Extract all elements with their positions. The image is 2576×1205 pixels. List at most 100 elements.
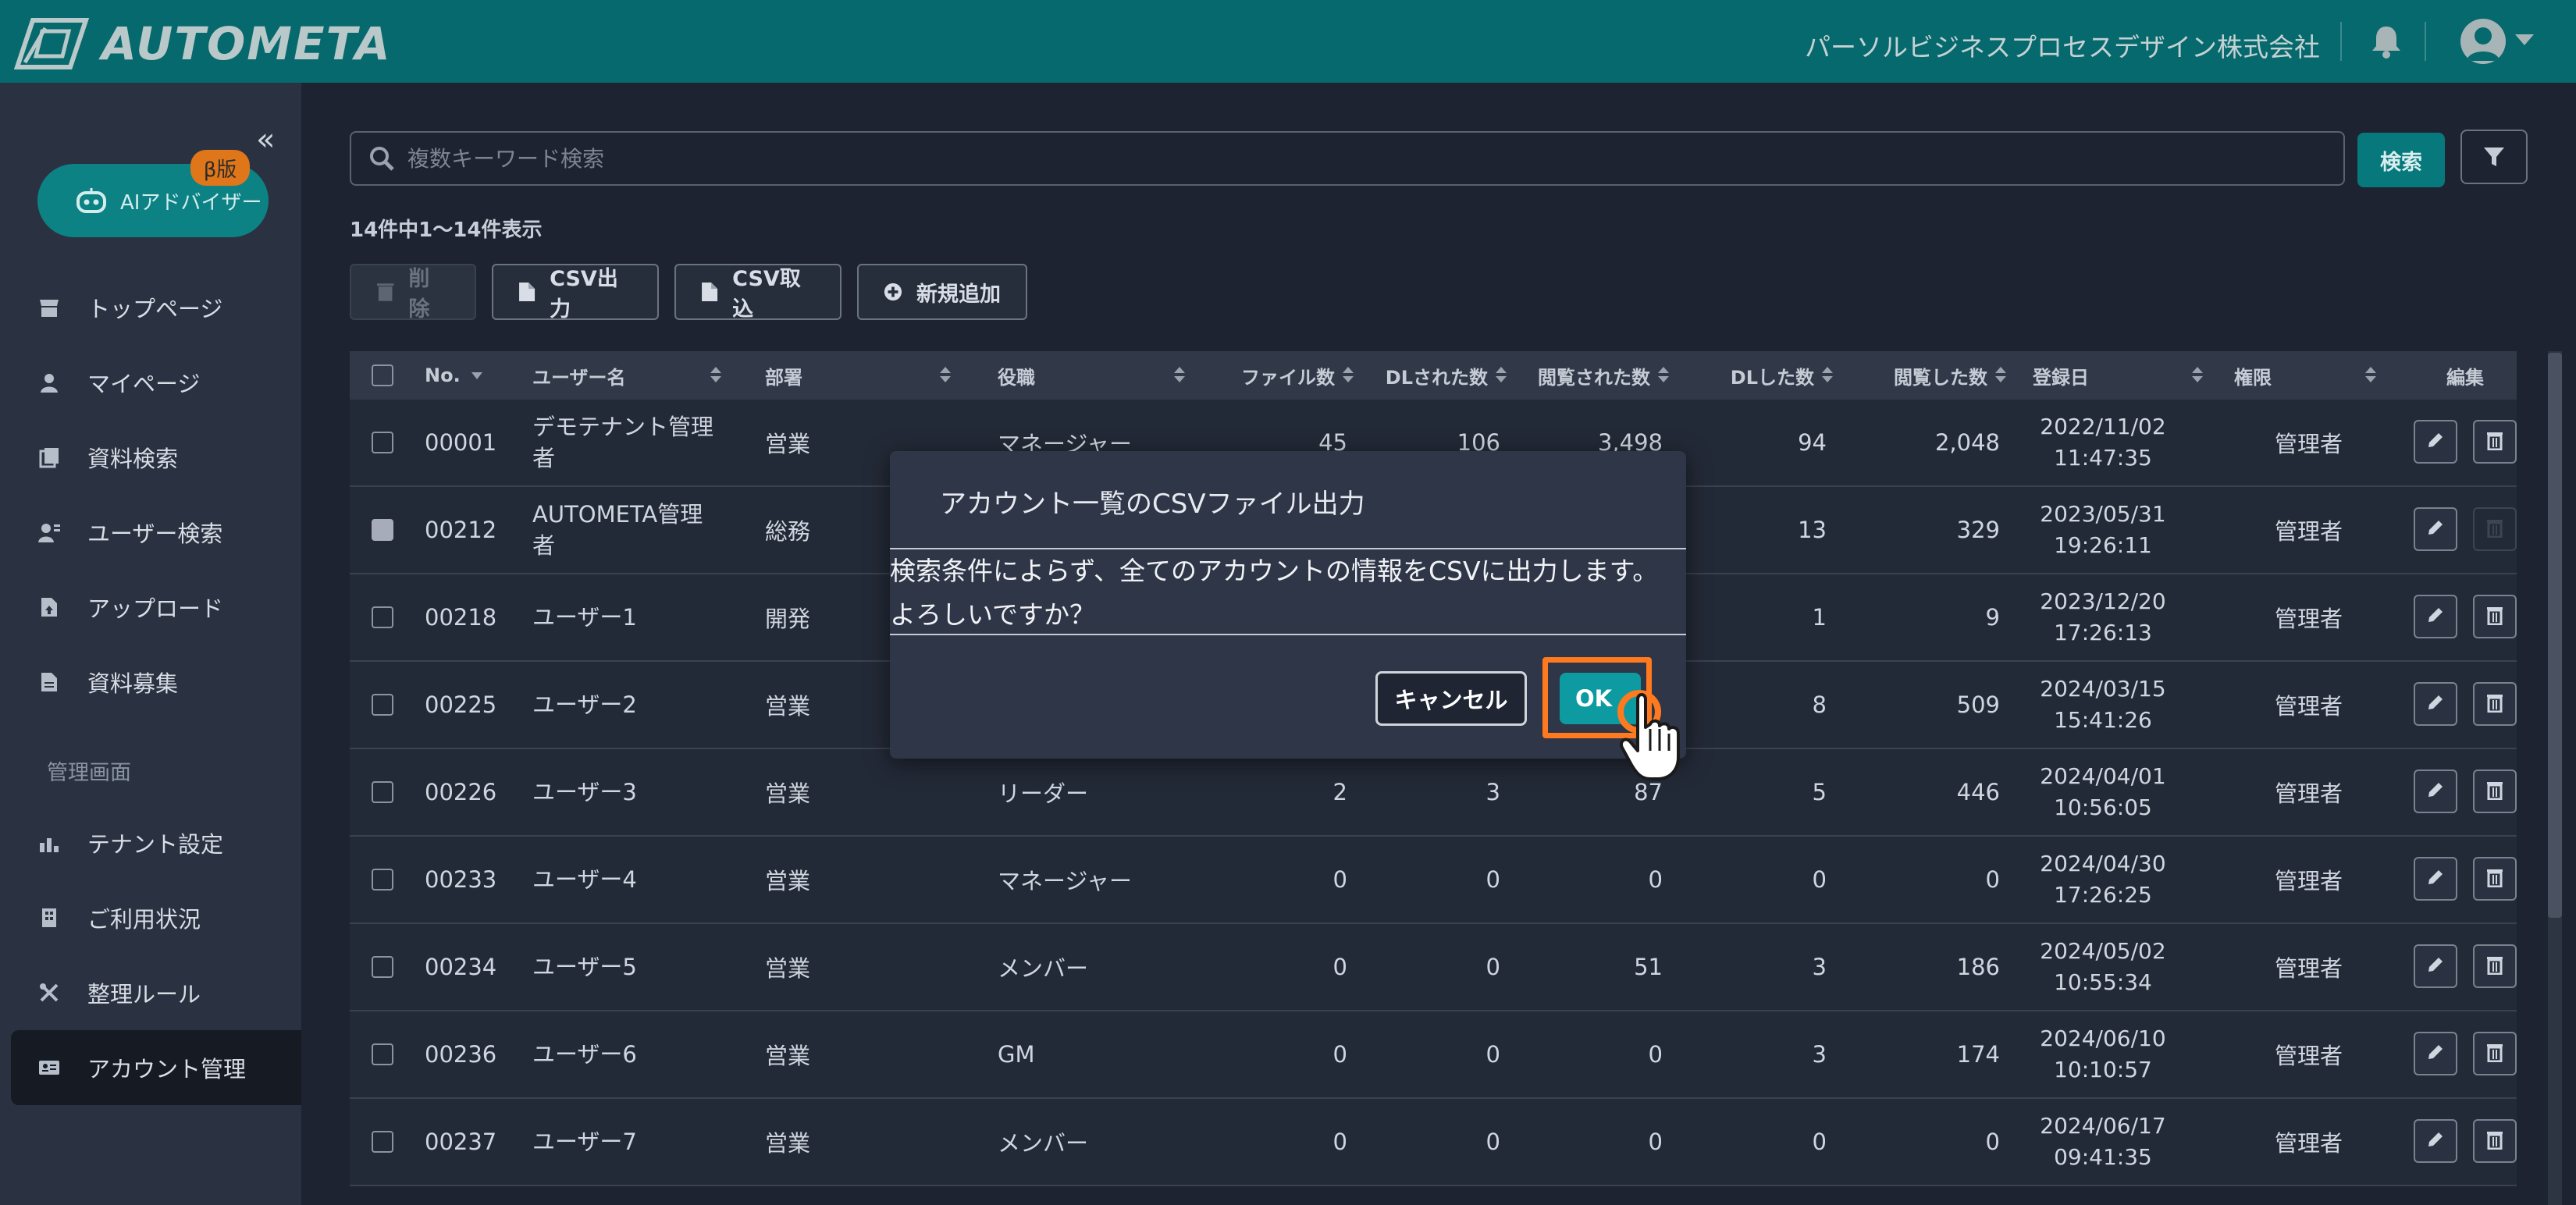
row-checkbox[interactable] bbox=[372, 519, 393, 541]
sidebar-item-usage-status[interactable]: ご利用状況 bbox=[0, 880, 301, 955]
hand-pointer-cursor-icon bbox=[1617, 690, 1680, 780]
dialog-title: アカウント一覧のCSVファイル出力 bbox=[940, 489, 1365, 520]
edit-button[interactable] bbox=[2414, 1119, 2457, 1163]
chevron-down-icon[interactable] bbox=[2515, 34, 2534, 45]
cell-no: 00233 bbox=[425, 866, 497, 893]
select-all-checkbox[interactable] bbox=[372, 364, 393, 386]
sidebar-item-user-search[interactable]: ユーザー検索 bbox=[0, 495, 301, 570]
filter-button[interactable] bbox=[2460, 130, 2528, 184]
row-checkbox[interactable] bbox=[372, 1043, 393, 1065]
logo-text: AUTOMETA bbox=[101, 17, 392, 70]
cell-department: 開発 bbox=[765, 606, 811, 632]
column-header-registered-date[interactable]: 登録日 bbox=[2033, 351, 2203, 400]
column-header-file-count[interactable]: ファイル数 bbox=[1229, 351, 1354, 400]
trash-icon bbox=[2486, 605, 2503, 628]
trash-icon bbox=[2486, 1129, 2503, 1153]
edit-button[interactable] bbox=[2414, 770, 2457, 813]
search-button[interactable]: 検索 bbox=[2357, 133, 2445, 187]
column-header-views[interactable]: 閲覧した数 bbox=[1848, 351, 2006, 400]
pencil-icon bbox=[2425, 954, 2446, 978]
cell-department: 営業 bbox=[765, 780, 811, 807]
delete-row-button[interactable] bbox=[2473, 1032, 2517, 1075]
cell-registered-date: 2024/05/02 10:55:34 bbox=[2033, 924, 2173, 1010]
delete-row-button[interactable] bbox=[2473, 420, 2517, 464]
edit-button[interactable] bbox=[2414, 944, 2457, 988]
column-header-no[interactable]: No. bbox=[425, 351, 482, 400]
delete-row-button[interactable] bbox=[2473, 857, 2517, 901]
edit-button[interactable] bbox=[2414, 682, 2457, 726]
sort-icon bbox=[940, 367, 951, 384]
row-checkbox[interactable] bbox=[372, 432, 393, 453]
sort-icon bbox=[1658, 367, 1669, 384]
pencil-icon bbox=[2425, 867, 2446, 890]
registered-date: 2024/03/15 bbox=[2040, 676, 2166, 702]
cell-no: 00212 bbox=[425, 517, 497, 543]
table-row[interactable]: 00234 ユーザー5 営業 メンバー 0 0 51 3 186 2024/05/02 10:55:… bbox=[350, 924, 2517, 1011]
sidebar-item-label: アカウント管理 bbox=[87, 1056, 247, 1082]
cell-registered-date: 2022/11/02 11:47:35 bbox=[2033, 400, 2173, 485]
delete-row-button[interactable] bbox=[2473, 507, 2517, 551]
ai-advisor-label: AIアドバイザー bbox=[120, 190, 262, 215]
table-row[interactable]: 00236 ユーザー6 営業 GM 0 0 0 3 174 2024/06/10 10:10:57 管… bbox=[350, 1011, 2517, 1099]
column-header-username[interactable]: ユーザー名 bbox=[532, 351, 721, 400]
row-checkbox[interactable] bbox=[372, 694, 393, 716]
table-row[interactable]: 00226 ユーザー3 営業 リーダー 2 3 87 5 446 2024/04/01 10:56:… bbox=[350, 749, 2517, 837]
app-logo[interactable]: AUTOMETA bbox=[14, 17, 392, 70]
cell-username: ユーザー3 bbox=[532, 779, 637, 805]
sidebar-item-document-request[interactable]: 資料募集 bbox=[0, 645, 301, 720]
sidebar-item-organize-rules[interactable]: 整理ルール bbox=[0, 955, 301, 1030]
trash-icon bbox=[376, 283, 394, 301]
sidebar-item-upload[interactable]: アップロード bbox=[0, 570, 301, 645]
row-checkbox[interactable] bbox=[372, 869, 393, 890]
cancel-button[interactable]: キャンセル bbox=[1375, 671, 1527, 726]
cell-username: ユーザー5 bbox=[532, 954, 637, 980]
cell-username: ユーザー1 bbox=[532, 604, 637, 631]
edit-button[interactable] bbox=[2414, 1032, 2457, 1075]
edit-button[interactable] bbox=[2414, 420, 2457, 464]
delete-row-button[interactable] bbox=[2473, 682, 2517, 726]
column-header-downloaded-by[interactable]: DLされた数 bbox=[1372, 351, 1507, 400]
delete-row-button[interactable] bbox=[2473, 944, 2517, 988]
cell-registered-date: 2024/06/10 10:10:57 bbox=[2033, 1011, 2173, 1097]
column-header-downloads[interactable]: DLした数 bbox=[1685, 351, 1833, 400]
trash-icon bbox=[2486, 867, 2503, 890]
search-input[interactable] bbox=[407, 145, 2281, 172]
row-checkbox[interactable] bbox=[372, 956, 393, 978]
edit-button[interactable] bbox=[2414, 595, 2457, 638]
table-row[interactable]: 00237 ユーザー7 営業 メンバー 0 0 0 0 0 2024/06/17 09:41:35 管… bbox=[350, 1099, 2517, 1186]
user-avatar[interactable] bbox=[2460, 19, 2506, 64]
sidebar-item-document-search[interactable]: 資料検索 bbox=[0, 420, 301, 495]
add-new-button[interactable]: 新規追加 bbox=[857, 264, 1027, 320]
delete-row-button[interactable] bbox=[2473, 770, 2517, 813]
cell-permission: 管理者 bbox=[2275, 868, 2343, 894]
sidebar-item-my-page[interactable]: マイページ bbox=[0, 345, 301, 420]
column-header-department[interactable]: 部署 bbox=[765, 351, 951, 400]
bell-icon[interactable] bbox=[2367, 22, 2406, 61]
sort-icon bbox=[2365, 367, 2376, 384]
csv-export-button[interactable]: CSV出力 bbox=[492, 264, 659, 322]
sidebar-item-tenant-settings[interactable]: テナント設定 bbox=[0, 805, 301, 880]
delete-row-button[interactable] bbox=[2473, 595, 2517, 638]
scrollbar-thumb[interactable] bbox=[2548, 353, 2562, 918]
table-row[interactable]: 00233 ユーザー4 営業 マネージャー 0 0 0 0 0 2024/04/30 17:26:2… bbox=[350, 837, 2517, 924]
row-checkbox[interactable] bbox=[372, 781, 393, 803]
row-checkbox[interactable] bbox=[372, 606, 393, 628]
sidebar-item-top-page[interactable]: トップページ bbox=[0, 270, 301, 345]
delete-row-button[interactable] bbox=[2473, 1119, 2517, 1163]
edit-button[interactable] bbox=[2414, 507, 2457, 551]
row-checkbox[interactable] bbox=[372, 1131, 393, 1153]
cell-registered-date: 2023/12/20 17:26:13 bbox=[2033, 574, 2173, 660]
cell-viewed-by: 51 bbox=[1634, 954, 1663, 980]
cell-role: マネージャー bbox=[998, 868, 1132, 894]
collapse-sidebar-icon[interactable]: « bbox=[256, 122, 275, 158]
cell-permission: 管理者 bbox=[2275, 780, 2343, 807]
csv-import-button[interactable]: CSV取込 bbox=[674, 264, 841, 322]
column-header-role[interactable]: 役職 bbox=[998, 351, 1185, 400]
column-header-permission[interactable]: 権限 bbox=[2234, 351, 2376, 400]
column-header-viewed-by[interactable]: 閲覧された数 bbox=[1521, 351, 1669, 400]
registered-time: 17:26:13 bbox=[2054, 620, 2152, 645]
edit-button[interactable] bbox=[2414, 857, 2457, 901]
sidebar-item-account-management[interactable]: アカウント管理 bbox=[11, 1030, 301, 1105]
sidebar-item-label: アップロード bbox=[87, 595, 224, 622]
delete-button[interactable]: 削除 bbox=[350, 264, 476, 322]
